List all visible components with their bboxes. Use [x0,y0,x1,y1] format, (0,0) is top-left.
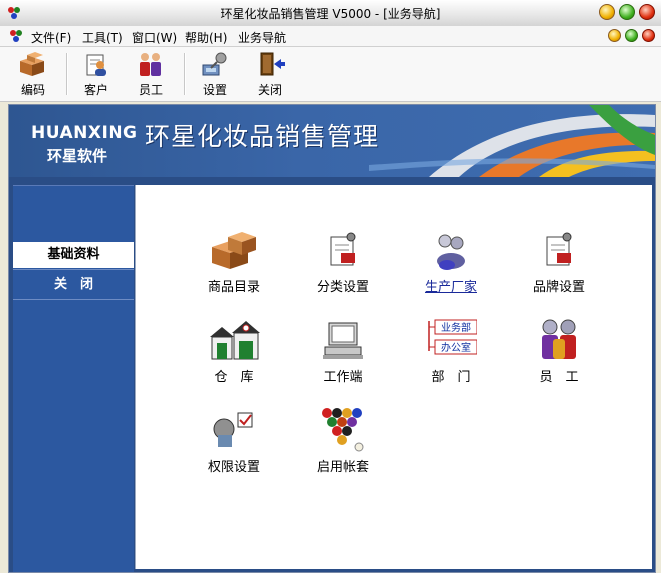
toolbar-customer-button[interactable]: 客户 [73,49,119,99]
module-workstation[interactable]: 工作端 [293,317,393,385]
module-label: 启用帐套 [316,460,369,475]
module-label: 部 门 [431,370,471,385]
department-sub-label: 业务部 [441,321,471,334]
sidebar: 基础资料 关 闭 [13,185,134,572]
title-bar: 环星化妆品销售管理 V5000 - [业务导航] [0,0,661,27]
maximize-button[interactable] [619,4,635,20]
workstation-icon [323,322,363,359]
toolbar-separator [66,53,68,95]
menu-help[interactable]: 帮助(H) [185,29,227,46]
manufacturer-icon [437,234,465,270]
module-brand-settings[interactable]: 品牌设置 [509,227,609,295]
menu-tools[interactable]: 工具(T) [82,29,123,46]
customer-icon [86,54,106,76]
window-title: 环星化妆品销售管理 V5000 - [业务导航] [220,7,441,21]
module-label: 商品目录 [207,280,260,295]
document-controls [608,29,655,42]
module-grid: 商品目录 分类设置 生产厂家 品牌设置 仓 库 工作端 业务部 办公室 部 门 … [135,185,652,569]
module-label: 权限设置 [207,460,260,475]
frame-divider [9,177,655,185]
sidebar-separator [13,269,134,270]
warehouse-icon [210,321,260,360]
toolbar-close-label: 关闭 [257,83,282,97]
toolbar-code-button[interactable]: 编码 [10,49,56,99]
menu-business-nav[interactable]: 业务导航 [238,29,286,46]
toolbar: 编码 客户 员工 设置 关闭 [0,47,661,102]
banner-title: 环星化妆品销售管理 [145,122,380,151]
app-window: 环星化妆品销售管理 V5000 - [业务导航] 文件(F) 工具(T) 窗口(… [0,0,661,573]
staff-icon [140,53,161,76]
toolbar-code-label: 编码 [20,83,45,97]
module-category-settings[interactable]: 分类设置 [293,227,393,295]
brand-chinese: 环星软件 [47,147,108,165]
module-enable-account[interactable]: 启用帐套 [293,407,393,475]
module-permission-settings[interactable]: 权限设置 [184,407,284,475]
employees-icon [542,319,576,359]
module-manufacturer[interactable]: 生产厂家 [401,227,501,295]
close-button[interactable] [639,4,655,20]
department-icon: 业务部 办公室 [428,319,477,355]
toolbar-staff-button[interactable]: 员工 [128,49,174,99]
toolbar-settings-label: 设置 [202,83,227,97]
module-label: 员 工 [539,370,579,385]
permission-icon [213,412,253,447]
menu-bar: 文件(F) 工具(T) 窗口(W) 帮助(H) 业务导航 [0,26,661,47]
settings-icon [202,52,227,76]
boxes-icon [20,52,44,76]
doc-close-button[interactable] [642,29,655,42]
banner-swoosh-decoration [369,105,655,177]
category-settings-icon [330,232,356,266]
menu-file[interactable]: 文件(F) [31,29,71,46]
toolbar-settings-button[interactable]: 设置 [192,49,238,99]
brand-settings-icon [546,232,572,266]
brand-english: HUANXING [31,123,138,143]
toolbar-separator [184,53,186,95]
banner: HUANXING 环星软件 环星化妆品销售管理 [9,105,655,177]
module-employees[interactable]: 员 工 [509,317,609,385]
module-department[interactable]: 业务部 办公室 部 门 [401,317,501,385]
toolbar-staff-label: 员工 [138,83,163,97]
toolbar-customer-label: 客户 [83,83,108,97]
module-label: 仓 库 [214,370,254,385]
module-label: 分类设置 [316,280,369,295]
sidebar-item-close[interactable]: 关 闭 [13,272,134,298]
sidebar-separator [13,299,134,300]
doc-restore-button[interactable] [625,29,638,42]
billiard-rack-icon [322,408,364,452]
product-boxes-icon [212,232,256,269]
business-nav-panel: HUANXING 环星软件 环星化妆品销售管理 基础资料 关 闭 商品目录 分类… [8,104,656,573]
sidebar-item-basic-data[interactable]: 基础资料 [13,242,134,268]
exit-door-icon [260,52,285,76]
document-menu-icon[interactable] [8,28,24,44]
minimize-button[interactable] [599,4,615,20]
toolbar-close-button[interactable]: 关闭 [247,49,293,99]
window-controls [599,4,655,20]
module-label[interactable]: 生产厂家 [401,276,501,295]
module-label: 工作端 [323,370,363,385]
module-label: 品牌设置 [532,280,585,295]
department-sub-label: 办公室 [441,341,471,354]
menu-window[interactable]: 窗口(W) [132,29,177,46]
doc-minimize-button[interactable] [608,29,621,42]
module-warehouse[interactable]: 仓 库 [184,317,284,385]
module-product-catalog[interactable]: 商品目录 [184,227,284,295]
